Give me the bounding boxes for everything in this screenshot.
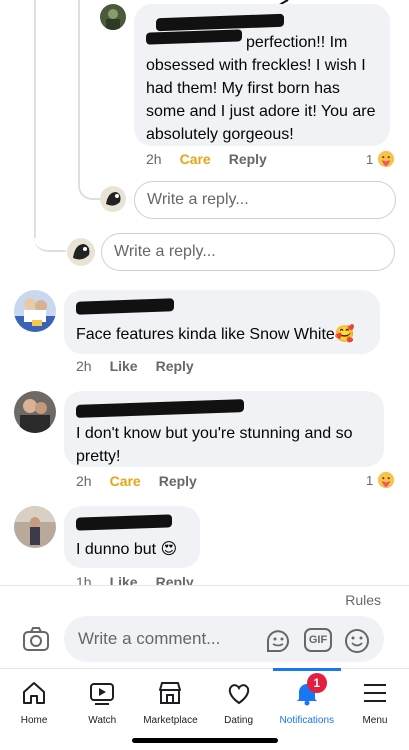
reply-placeholder: Write a reply... <box>114 243 216 260</box>
avatar[interactable] <box>14 391 56 433</box>
notification-badge: 1 <box>306 673 327 693</box>
comment-actions: 1h Like Reply <box>76 576 212 585</box>
avatar[interactable] <box>14 506 56 548</box>
comment-bubble: perfection!! Im obsessed with freckles! … <box>134 4 390 146</box>
reply-button[interactable]: Reply <box>229 151 267 167</box>
rules-link[interactable]: Rules <box>345 592 381 608</box>
reply-placeholder: Write a reply... <box>147 191 249 208</box>
nav-label: Menu <box>362 715 388 726</box>
comment-text: I dunno but 😍 <box>76 541 178 558</box>
comment-composer: Write a comment... GIF <box>0 612 409 668</box>
care-reaction-button[interactable]: Care <box>110 473 141 489</box>
reaction-count[interactable]: 1 <box>366 471 395 489</box>
redacted-name <box>146 29 242 45</box>
care-emoji-icon <box>378 471 395 489</box>
comment-time: 2h <box>76 473 92 489</box>
nav-menu[interactable]: Menu <box>341 669 409 728</box>
camera-icon[interactable] <box>22 626 50 652</box>
thread-curve-outer <box>34 200 66 252</box>
comment-text: Face features kinda like Snow White🥰 <box>76 326 355 343</box>
nav-home[interactable]: Home <box>0 669 68 728</box>
comment-bubble: I dunno but 😍 <box>64 506 200 568</box>
redacted-name <box>76 298 174 315</box>
emoji-icon[interactable] <box>344 628 370 654</box>
comment-placeholder: Write a comment... <box>78 629 221 648</box>
reply-input-inner[interactable]: Write a reply... <box>134 181 396 219</box>
reaction-count[interactable]: 1 <box>366 150 395 168</box>
nav-watch[interactable]: Watch <box>68 669 136 728</box>
redacted-name <box>156 13 284 32</box>
sticker-icon[interactable] <box>264 628 292 654</box>
dating-icon <box>228 684 249 705</box>
nav-label: Notifications <box>279 715 334 726</box>
care-reaction-button[interactable]: Care <box>180 151 211 167</box>
reply-button[interactable]: Reply <box>159 473 197 489</box>
comment-actions: 2h Care Reply <box>146 151 285 167</box>
reply-button[interactable]: Reply <box>156 358 194 374</box>
my-avatar <box>67 238 95 266</box>
reply-input-outer[interactable]: Write a reply... <box>101 233 395 271</box>
comment-time: 2h <box>146 151 162 167</box>
reaction-count-value: 1 <box>366 151 374 167</box>
redacted-name <box>76 399 244 418</box>
comment-input[interactable]: Write a comment... GIF <box>64 616 384 662</box>
home-icon <box>23 682 46 704</box>
menu-icon <box>363 684 386 702</box>
nav-label: Marketplace <box>143 715 198 726</box>
bottom-nav: Home Watch Marketplace Dating 1 Notifica… <box>0 668 409 728</box>
comment-actions: 2h Care Reply <box>76 473 215 489</box>
home-indicator <box>132 738 278 743</box>
divider <box>0 585 409 586</box>
nav-marketplace[interactable]: Marketplace <box>136 669 204 728</box>
reaction-count-value: 1 <box>366 472 374 488</box>
nav-label: Dating <box>224 715 254 726</box>
nav-notifications[interactable]: 1 Notifications <box>272 668 342 728</box>
redacted-name <box>76 514 172 531</box>
comment-time: 2h <box>76 358 92 374</box>
my-avatar <box>100 186 126 212</box>
nav-dating[interactable]: Dating <box>205 669 273 728</box>
gif-label: GIF <box>308 634 328 646</box>
gif-icon[interactable]: GIF <box>304 628 332 652</box>
comment-actions: 2h Like Reply <box>76 358 212 374</box>
reply-button[interactable]: Reply <box>156 576 194 585</box>
marketplace-icon <box>159 682 182 704</box>
watch-icon <box>90 683 115 705</box>
avatar[interactable] <box>14 290 56 332</box>
comment-text: perfection!! Im obsessed with freckles! … <box>146 34 376 143</box>
thread-curve-inner <box>78 150 100 200</box>
nav-label: Watch <box>88 715 117 726</box>
avatar[interactable] <box>100 4 126 30</box>
comment-bubble: Face features kinda like Snow White🥰 <box>64 290 380 354</box>
comment-text: I don't know but you're stunning and so … <box>76 425 353 465</box>
like-button[interactable]: Like <box>110 358 138 374</box>
nav-label: Home <box>20 715 48 726</box>
like-button[interactable]: Like <box>110 576 138 585</box>
care-emoji-icon <box>378 150 395 168</box>
comment-time: 1h <box>76 576 92 585</box>
comment-bubble: I don't know but you're stunning and so … <box>64 391 384 467</box>
